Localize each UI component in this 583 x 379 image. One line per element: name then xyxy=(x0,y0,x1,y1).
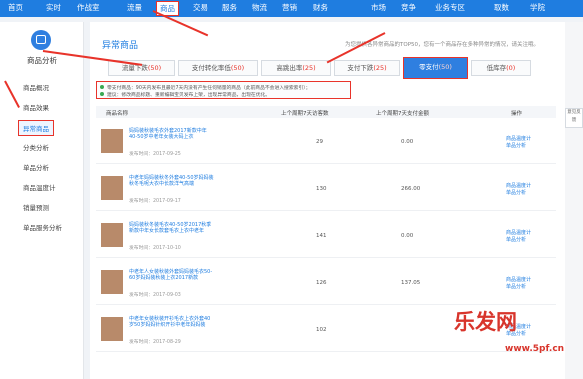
single-analysis-link[interactable]: 单品分析 xyxy=(506,236,526,243)
publish-date: 发布时间：2017-09-03 xyxy=(129,293,181,298)
tab-active[interactable]: 零支付(50) xyxy=(403,57,468,79)
single-analysis-link[interactable]: 单品分析 xyxy=(506,283,526,290)
info-icon xyxy=(100,85,104,89)
product-image[interactable] xyxy=(101,176,123,200)
nav-item[interactable]: 服务 xyxy=(222,3,237,13)
pay-amount: 137.05 xyxy=(401,280,421,286)
visitors: 126 xyxy=(316,280,327,286)
publish-date: 发布时间：2017-08-29 xyxy=(129,340,181,345)
pay-amount: 266.00 xyxy=(401,186,421,192)
visitors: 102 xyxy=(316,327,327,333)
header-cell: 商品名称 xyxy=(106,111,129,117)
table-row: 妈妈装秋装毛衣外套2017新款中年40-50岁中老年女装大码上衣发布时间：201… xyxy=(96,120,556,164)
visitors: 141 xyxy=(316,233,327,239)
product-image[interactable] xyxy=(101,129,123,153)
page-hint: 为您提供各异常商品的TOP50，您有一个商品存在多种异常的情况，请关注哦。 xyxy=(345,42,540,48)
nav-item[interactable]: 作战室 xyxy=(77,3,100,13)
table-row: 中老年妈妈装秋冬外套40-50岁妈妈装秋冬毛呢大衣中长款洋气高端发布时间：201… xyxy=(96,167,556,211)
page-title: 异常商品 xyxy=(102,41,139,51)
publish-date: 发布时间：2017-09-17 xyxy=(129,199,181,204)
visitors: 130 xyxy=(316,186,327,192)
publish-date: 发布时间：2017-10-10 xyxy=(129,246,181,251)
single-analysis-link[interactable]: 单品分析 xyxy=(506,189,526,196)
pay-amount: 0.00 xyxy=(401,139,414,145)
notice-line: 零支付商品：90天内发布且最近7天内没有产生任何销量的商品（此前商品不会进入搜索… xyxy=(107,86,311,91)
header-cell: 操作 xyxy=(511,111,523,117)
thermometer-link[interactable]: 商品温度计 xyxy=(506,135,531,142)
tab[interactable]: 支付转化率低(50) xyxy=(178,60,258,76)
single-analysis-link[interactable]: 单品分析 xyxy=(506,142,526,149)
product-name-link[interactable]: 中老年女装秋装开衫毛衣上衣外套40岁50岁妈妈针织开衫中老年妈妈装 xyxy=(129,316,214,328)
sidebar: 商品分析 商品概况 商品效果 异常商品 分类分析 单品分析 商品温度计 销量预测… xyxy=(0,22,84,379)
nav-item[interactable]: 市场 xyxy=(371,3,386,13)
table-row: 中老年人女装秋装外套妈妈装毛衣50-60岁妈妈装秋装上衣2017新款发布时间：2… xyxy=(96,261,556,305)
product-name-link[interactable]: 妈妈装秋冬装毛衣40-50岁2017秋季新款中年女长款套毛衣上衣中老年 xyxy=(129,222,214,234)
header-cell: 上个周期7天支付金额 xyxy=(376,111,429,117)
nav-item[interactable]: 业务专区 xyxy=(435,3,465,13)
nav-item[interactable]: 财务 xyxy=(313,3,328,13)
table-header: 商品名称 上个周期7天访客数 上个周期7天支付金额 操作 xyxy=(96,106,556,118)
thermometer-link[interactable]: 商品温度计 xyxy=(506,182,531,189)
sidebar-item[interactable]: 销量预测 xyxy=(23,202,49,212)
nav-item[interactable]: 交易 xyxy=(193,3,208,13)
tab[interactable]: 高跳出率(25) xyxy=(261,60,331,76)
sidebar-title: 商品分析 xyxy=(27,56,57,65)
top-nav: 首页 实时 作战室 流量 商品 交易 服务 物流 营销 财务 市场 竞争 业务专… xyxy=(0,0,583,17)
product-name-link[interactable]: 妈妈装秋装毛衣外套2017新款中年40-50岁中老年女装大码上衣 xyxy=(129,128,214,140)
sidebar-item-active[interactable]: 异常商品 xyxy=(18,120,54,136)
nav-item[interactable]: 物流 xyxy=(252,3,267,13)
nav-item[interactable]: 取数 xyxy=(494,3,509,13)
nav-item[interactable]: 实时 xyxy=(46,3,61,13)
tab[interactable]: 支付下跌(25) xyxy=(334,60,400,76)
notice-line: 建议：修改商品标题、重新编辑宝贝发布上架，出现异常商品，出现在优化。 xyxy=(107,93,271,98)
nav-item[interactable]: 营销 xyxy=(282,3,297,13)
table-row: 妈妈装秋冬装毛衣40-50岁2017秋季新款中年女长款套毛衣上衣中老年发布时间：… xyxy=(96,214,556,258)
nav-item[interactable]: 首页 xyxy=(8,3,23,13)
header-cell: 上个周期7天访客数 xyxy=(281,111,329,117)
product-name-link[interactable]: 中老年人女装秋装外套妈妈装毛衣50-60岁妈妈装秋装上衣2017新款 xyxy=(129,269,214,281)
product-image[interactable] xyxy=(101,270,123,294)
tab[interactable]: 低库存(0) xyxy=(471,60,531,76)
page-scrollbar[interactable] xyxy=(565,22,583,379)
sidebar-item[interactable]: 商品效果 xyxy=(23,102,49,112)
feedback-button[interactable]: 意见反馈 xyxy=(565,108,583,128)
sidebar-item[interactable]: 商品温度计 xyxy=(23,182,56,192)
publish-date: 发布时间：2017-09-25 xyxy=(129,152,181,157)
visitors: 29 xyxy=(316,139,323,145)
nav-item[interactable]: 学院 xyxy=(530,3,545,13)
nav-item[interactable]: 竞争 xyxy=(401,3,416,13)
product-image[interactable] xyxy=(101,317,123,341)
sidebar-item[interactable]: 单品服务分析 xyxy=(23,222,62,232)
product-name-link[interactable]: 中老年妈妈装秋冬外套40-50岁妈妈装秋冬毛呢大衣中长款洋气高端 xyxy=(129,175,214,187)
pay-amount: 0.00 xyxy=(401,233,414,239)
sidebar-item[interactable]: 商品概况 xyxy=(23,82,49,92)
watermark-url: www.5pf.cn xyxy=(505,344,565,354)
sidebar-item[interactable]: 单品分析 xyxy=(23,162,49,172)
nav-item[interactable]: 流量 xyxy=(127,3,142,13)
sidebar-item[interactable]: 分类分析 xyxy=(23,142,49,152)
product-image[interactable] xyxy=(101,223,123,247)
info-icon xyxy=(100,92,104,96)
thermometer-link[interactable]: 商品温度计 xyxy=(506,276,531,283)
watermark-logo: 乐发网 xyxy=(454,309,517,334)
notice-box: 零支付商品：90天内发布且最近7天内没有产生任何销量的商品（此前商品不会进入搜索… xyxy=(96,81,351,99)
product-analysis-icon xyxy=(31,30,51,50)
thermometer-link[interactable]: 商品温度计 xyxy=(506,229,531,236)
